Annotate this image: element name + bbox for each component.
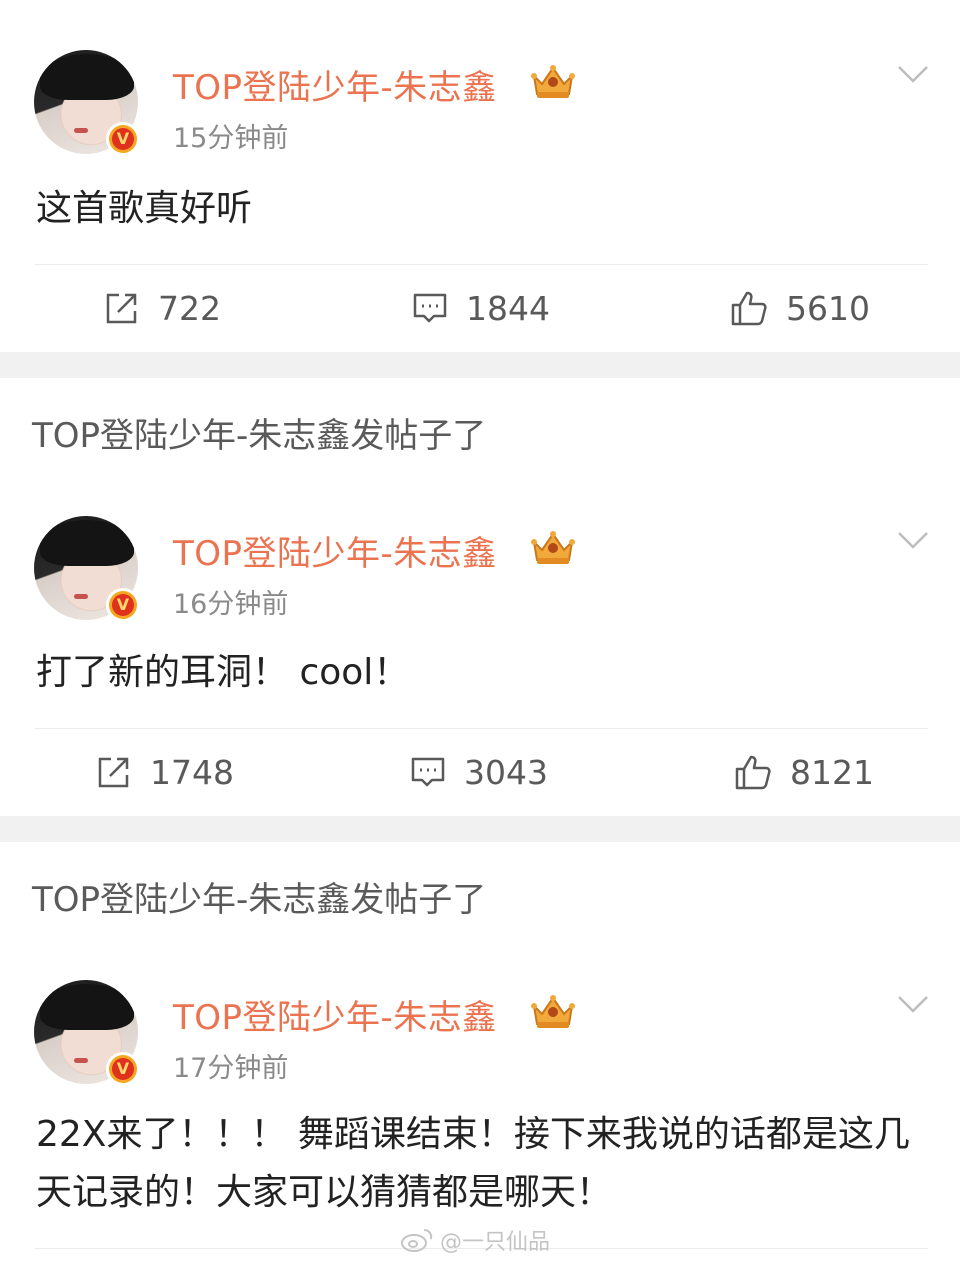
like-button[interactable]: 5610 bbox=[730, 265, 870, 351]
crown-icon bbox=[531, 995, 575, 1028]
username[interactable]: TOP登陆少年-朱志鑫 bbox=[173, 60, 497, 109]
watermark: @一只仙品 bbox=[400, 1224, 550, 1256]
post-actions: 722 1844 5610 bbox=[0, 265, 960, 351]
like-count: 5610 bbox=[786, 288, 870, 328]
post-actions: 1748 3043 8121 bbox=[0, 729, 960, 815]
feed-separator bbox=[0, 352, 960, 378]
thumbs-up-icon bbox=[731, 291, 767, 326]
username[interactable]: TOP登陆少年-朱志鑫 bbox=[173, 990, 497, 1039]
verified-v-icon: V bbox=[106, 1052, 140, 1086]
post-card: V TOP登陆少年-朱志鑫 17分钟前 22X来了！！！ 舞蹈课结束！接下来我说… bbox=[0, 930, 960, 1265]
repost-count: 1748 bbox=[150, 752, 234, 792]
weibo-logo-icon bbox=[401, 1229, 433, 1252]
crown-icon bbox=[531, 65, 575, 98]
repost-button[interactable]: 722 bbox=[104, 265, 221, 351]
weibo-feed: V TOP登陆少年-朱志鑫 15分钟前 这首歌真好听 722 1844 5610… bbox=[0, 0, 960, 1265]
post-content: 这首歌真好听 bbox=[36, 188, 253, 229]
post-timestamp: 17分钟前 bbox=[173, 1053, 289, 1084]
post-timestamp: 16分钟前 bbox=[173, 589, 289, 620]
post-timestamp: 15分钟前 bbox=[173, 123, 289, 154]
comment-icon bbox=[413, 293, 447, 323]
post-content: 22X来了！！！ 舞蹈课结束！接下来我说的话都是这几天记录的！大家可以猜猜都是哪… bbox=[36, 1114, 910, 1213]
avatar[interactable]: V bbox=[34, 50, 140, 156]
verified-v-icon: V bbox=[106, 588, 140, 622]
watermark-text: @一只仙品 bbox=[440, 1230, 551, 1255]
banner-text: TOP登陆少年-朱志鑫发帖子了 bbox=[32, 880, 487, 920]
post-card: V TOP登陆少年-朱志鑫 16分钟前 打了新的耳洞！ cool！ 1748 3… bbox=[0, 466, 960, 816]
repost-count: 722 bbox=[158, 288, 221, 328]
post-card: V TOP登陆少年-朱志鑫 15分钟前 这首歌真好听 722 1844 5610 bbox=[0, 0, 960, 352]
repost-icon bbox=[98, 757, 129, 788]
crown-icon bbox=[531, 531, 575, 564]
chevron-down-icon[interactable] bbox=[896, 992, 930, 1016]
avatar[interactable]: V bbox=[34, 516, 140, 622]
post-notice-banner[interactable]: TOP登陆少年-朱志鑫发帖子了 bbox=[0, 842, 960, 941]
like-button[interactable]: 8121 bbox=[734, 729, 874, 815]
chevron-down-icon[interactable] bbox=[896, 62, 930, 86]
feed-separator bbox=[0, 816, 960, 842]
post-content: 打了新的耳洞！ cool！ bbox=[36, 652, 410, 693]
username[interactable]: TOP登陆少年-朱志鑫 bbox=[173, 526, 497, 575]
comment-button[interactable]: 3043 bbox=[410, 729, 548, 815]
verified-v-icon: V bbox=[106, 122, 140, 156]
comment-count: 1844 bbox=[466, 288, 550, 328]
avatar[interactable]: V bbox=[34, 980, 140, 1086]
post-notice-banner[interactable]: TOP登陆少年-朱志鑫发帖子了 bbox=[0, 378, 960, 477]
chevron-down-icon[interactable] bbox=[896, 528, 930, 552]
repost-button[interactable]: 1748 bbox=[96, 729, 234, 815]
repost-icon bbox=[106, 293, 137, 324]
comment-button[interactable]: 1844 bbox=[412, 265, 550, 351]
like-count: 8121 bbox=[790, 752, 874, 792]
banner-text: TOP登陆少年-朱志鑫发帖子了 bbox=[32, 416, 487, 456]
comment-icon bbox=[411, 757, 445, 787]
thumbs-up-icon bbox=[735, 755, 771, 790]
comment-count: 3043 bbox=[464, 752, 548, 792]
